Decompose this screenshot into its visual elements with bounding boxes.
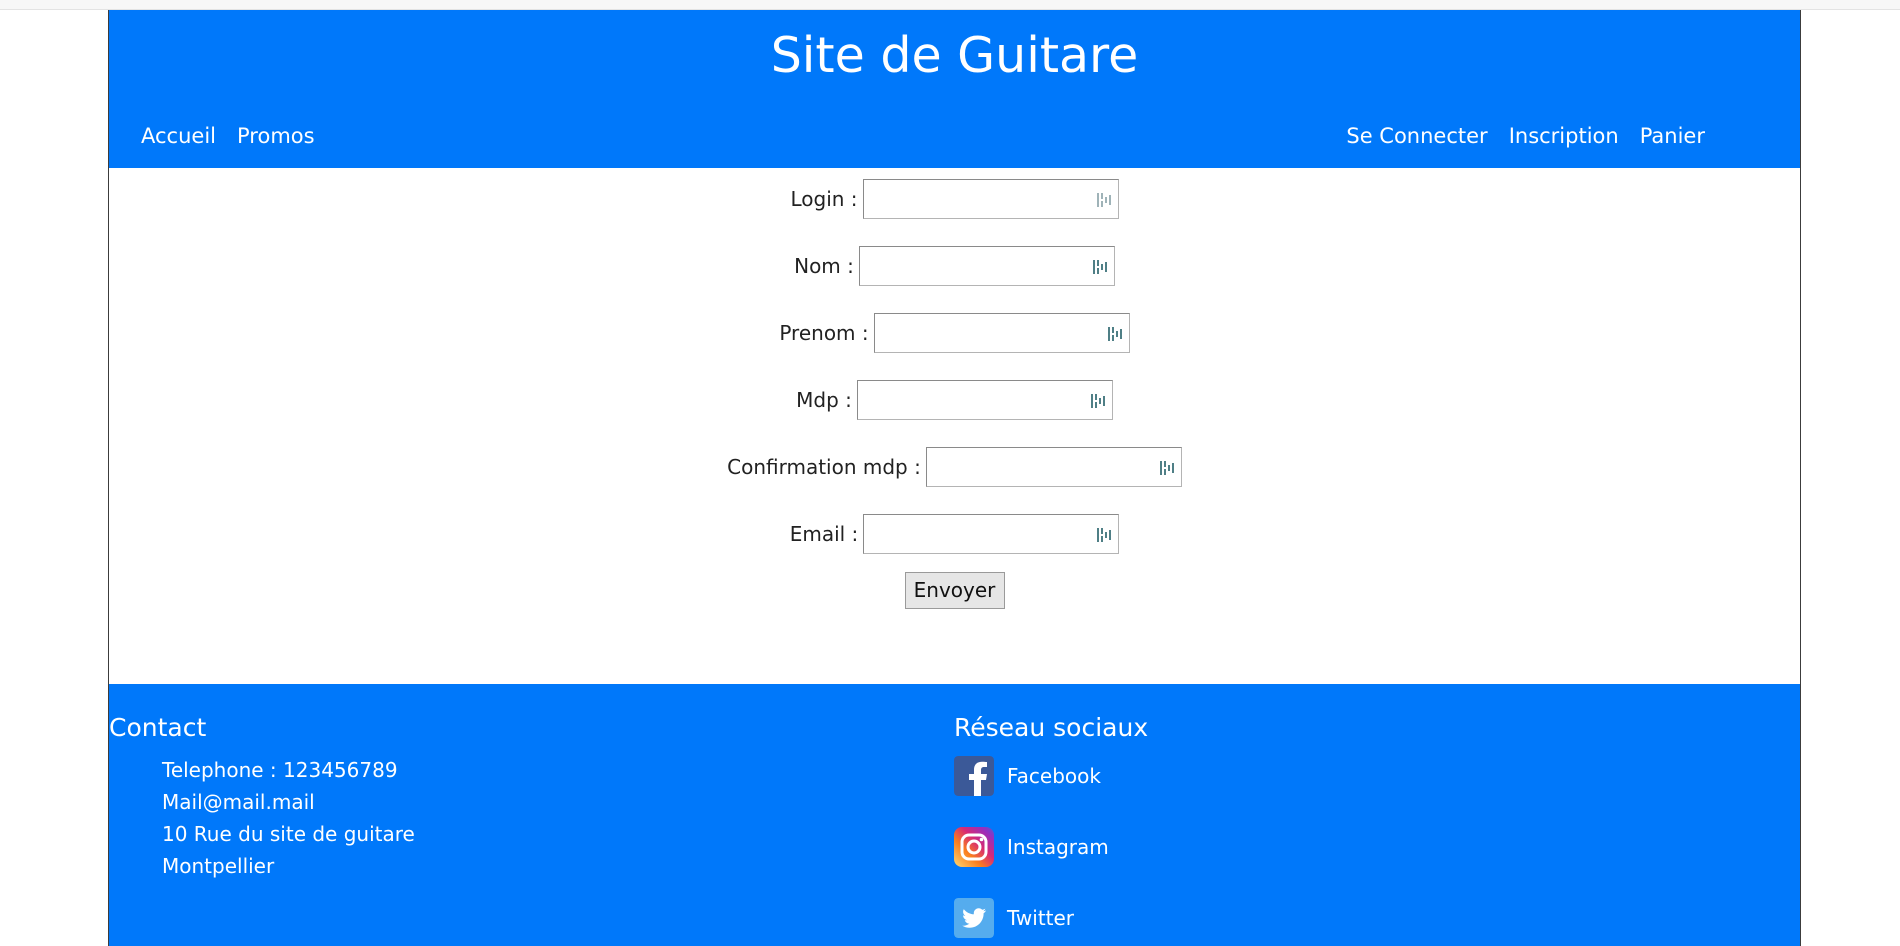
password-manager-icon[interactable] (1092, 258, 1108, 276)
password-manager-icon[interactable] (1090, 392, 1106, 410)
submit-wrapper: Envoyer (109, 572, 1800, 609)
instagram-link[interactable]: Instagram (1007, 835, 1109, 859)
password-manager-icon[interactable] (1096, 191, 1112, 209)
site-footer: Contact Telephone : 123456789 Mail@mail.… (109, 684, 1800, 946)
contact-address: 10 Rue du site de guitare (162, 822, 415, 846)
site-title: Site de Guitare (770, 27, 1139, 84)
twitter-icon (954, 898, 994, 938)
nom-field (858, 246, 1115, 286)
password-manager-icon[interactable] (1159, 459, 1175, 477)
page-container: Site de Guitare Accueil Promos Se Connec… (108, 10, 1801, 946)
prenom-label: Prenom : (779, 321, 869, 345)
form-row-nom: Nom : (109, 245, 1800, 287)
prenom-field (873, 313, 1130, 353)
twitter-link[interactable]: Twitter (1007, 906, 1074, 930)
login-label: Login : (790, 187, 858, 211)
instagram-icon (954, 827, 994, 867)
social-title: Réseau sociaux (954, 713, 1149, 742)
mdp-input[interactable] (857, 381, 1112, 419)
email-input[interactable] (864, 515, 1119, 553)
nom-input[interactable] (859, 247, 1114, 285)
email-label: Email : (789, 522, 859, 546)
contact-list: Telephone : 123456789 Mail@mail.mail 10 … (162, 754, 415, 882)
confirmation-mdp-label: Confirmation mdp : (727, 455, 921, 479)
social-item-facebook[interactable]: Facebook (954, 755, 1101, 797)
password-manager-icon[interactable] (1107, 325, 1123, 343)
nav-link-promos[interactable]: Promos (237, 122, 315, 150)
mdp-label: Mdp : (796, 388, 852, 412)
form-row-email: Email : (109, 513, 1800, 555)
confirmation-mdp-input[interactable] (926, 448, 1181, 486)
contact-telephone: Telephone : 123456789 (162, 758, 398, 782)
email-field (863, 514, 1120, 554)
site-header: Site de Guitare Accueil Promos Se Connec… (109, 10, 1800, 168)
nav-right: Se Connecter Inscription Panier (1346, 122, 1705, 150)
social-item-instagram[interactable]: Instagram (954, 826, 1109, 868)
facebook-icon (954, 756, 994, 796)
login-field (862, 179, 1119, 219)
nav-link-se-connecter[interactable]: Se Connecter (1346, 122, 1487, 150)
form-row-login: Login : (109, 178, 1800, 220)
form-row-confirmation-mdp: Confirmation mdp : (109, 446, 1800, 488)
prenom-input[interactable] (874, 314, 1129, 352)
login-input[interactable] (863, 180, 1118, 218)
form-row-mdp: Mdp : (109, 379, 1800, 421)
nav-left: Accueil Promos (141, 122, 315, 150)
confirmation-mdp-field (925, 447, 1182, 487)
form-row-prenom: Prenom : (109, 312, 1800, 354)
nav-link-accueil[interactable]: Accueil (141, 122, 216, 150)
nav-link-panier[interactable]: Panier (1640, 122, 1705, 150)
contact-title: Contact (109, 713, 207, 742)
facebook-link[interactable]: Facebook (1007, 764, 1101, 788)
social-item-twitter[interactable]: Twitter (954, 897, 1074, 939)
password-manager-icon[interactable] (1096, 526, 1112, 544)
envoyer-button[interactable]: Envoyer (904, 572, 1005, 609)
contact-city: Montpellier (162, 854, 275, 878)
contact-mail: Mail@mail.mail (162, 790, 315, 814)
browser-top-strip (0, 0, 1900, 10)
nav-link-inscription[interactable]: Inscription (1509, 122, 1619, 150)
nom-label: Nom : (794, 254, 854, 278)
mdp-field (856, 380, 1113, 420)
